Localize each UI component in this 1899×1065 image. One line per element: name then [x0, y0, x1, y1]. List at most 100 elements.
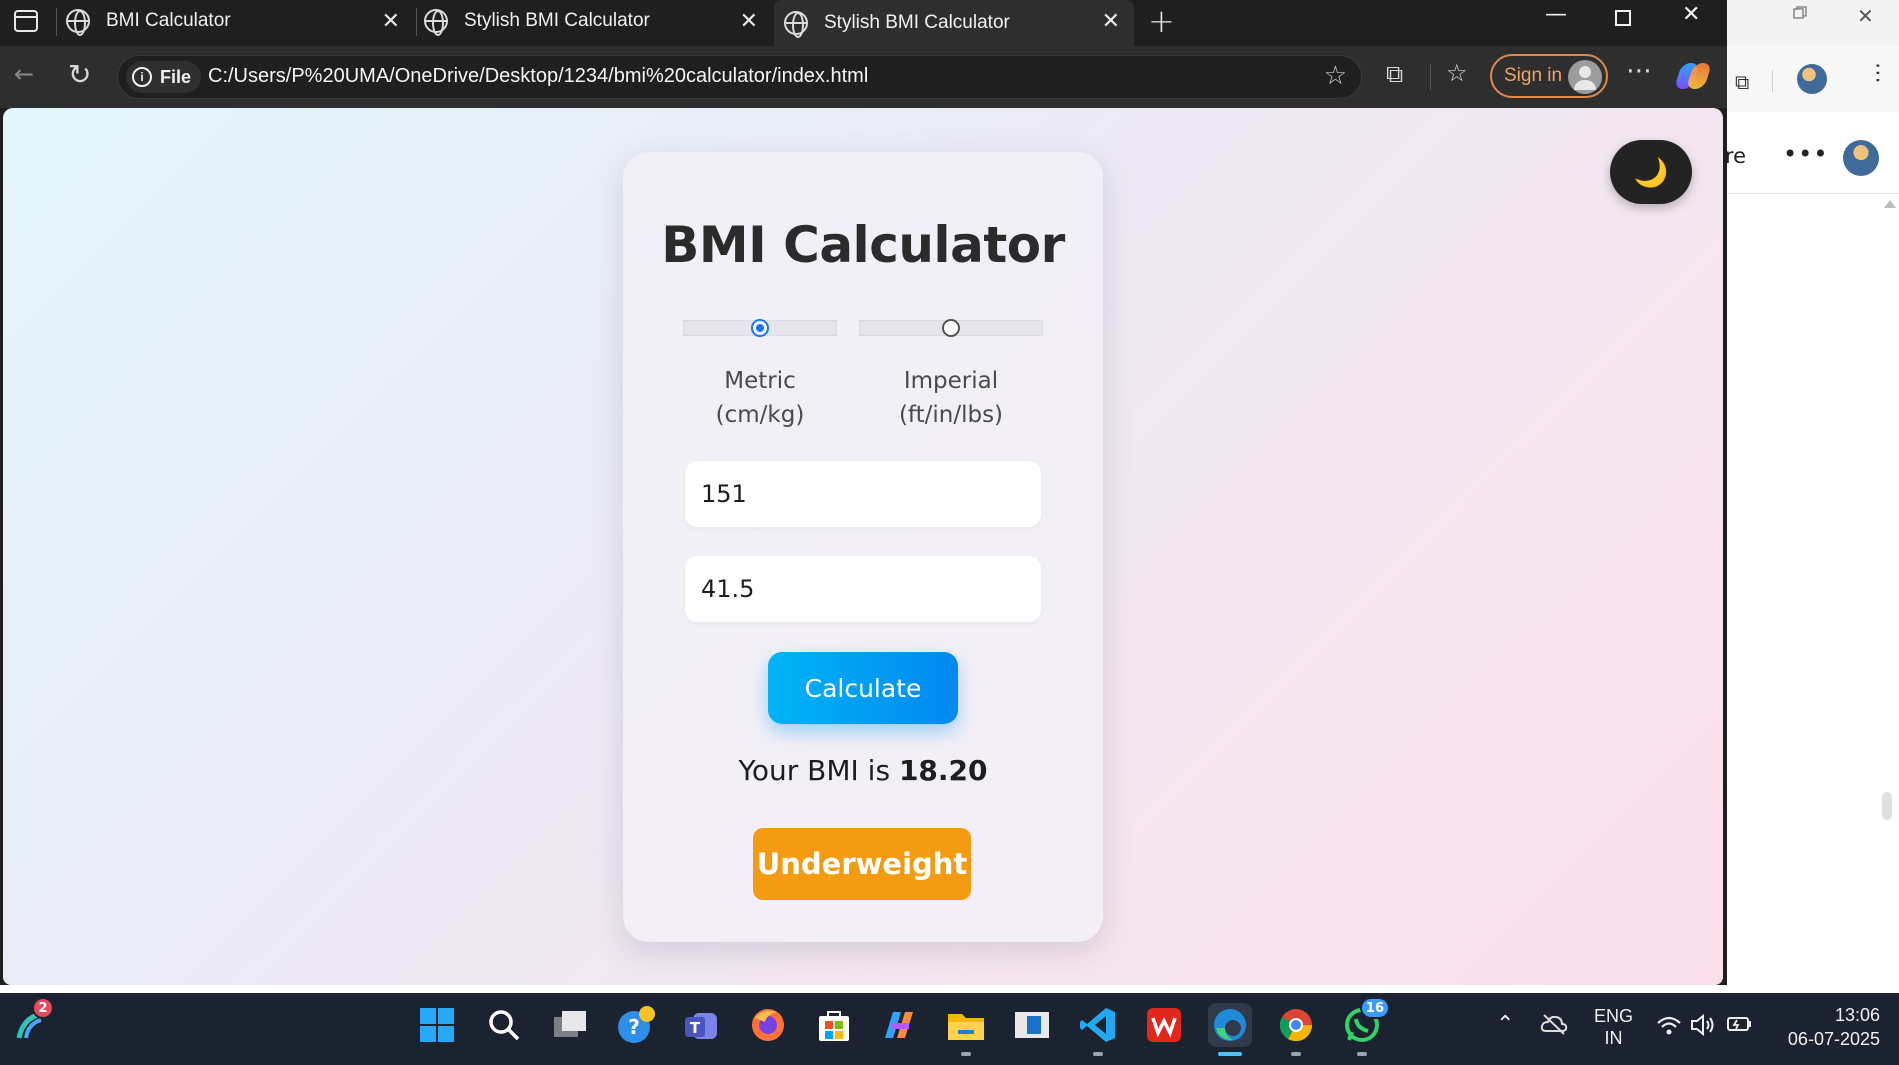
favorite-star-icon[interactable]: ☆: [1324, 61, 1347, 91]
widgets-icon[interactable]: 2: [8, 997, 54, 1047]
new-tab-button[interactable]: +: [1148, 2, 1175, 40]
bmi-result-prefix: Your BMI is: [738, 754, 891, 787]
battery-charging-icon[interactable]: [1726, 1013, 1754, 1040]
whatsapp-icon[interactable]: 16: [1340, 997, 1390, 1056]
tab-title: BMI Calculator: [106, 10, 231, 31]
more-options-icon[interactable]: •••: [1783, 140, 1828, 168]
settings-more-icon[interactable]: ⋯: [1626, 56, 1652, 86]
page-viewport: 🌙 BMI Calculator Metric (cm/kg) Imperial…: [3, 108, 1723, 985]
svg-text:?: ?: [628, 1015, 640, 1039]
vscode-icon[interactable]: [1076, 1003, 1120, 1056]
cloud-offline-icon[interactable]: [1540, 1013, 1568, 1040]
tab-strip: BMI Calculator ✕ Stylish BMI Calculator …: [0, 0, 1727, 46]
tab-divider: [416, 8, 417, 36]
bmi-category-badge: Underweight: [753, 828, 971, 900]
running-indicator: [1357, 1052, 1367, 1056]
search-icon[interactable]: [482, 1003, 526, 1047]
tab-divider: [56, 8, 57, 36]
calculate-button[interactable]: Calculate: [768, 652, 958, 724]
tab-actions-icon[interactable]: [14, 10, 38, 32]
tab-stylish-bmi-calculator-active[interactable]: Stylish BMI Calculator ✕: [774, 0, 1134, 46]
clock-time: 13:06: [1834, 1005, 1880, 1025]
imperial-radio[interactable]: [942, 319, 960, 337]
scroll-up-icon[interactable]: [1884, 200, 1896, 208]
favorites-icon[interactable]: ☆: [1446, 59, 1468, 87]
tab-title: Stylish BMI Calculator: [824, 12, 1010, 33]
restore-icon[interactable]: [1793, 6, 1807, 20]
maximize-button[interactable]: [1615, 10, 1631, 26]
toolbar-divider: [1430, 64, 1431, 90]
minimize-button[interactable]: —: [1545, 2, 1567, 27]
close-tab-icon[interactable]: ✕: [1102, 8, 1120, 34]
language-indicator[interactable]: ENG IN: [1594, 1005, 1633, 1049]
running-indicator: [1218, 1052, 1242, 1056]
profile-avatar[interactable]: [1797, 64, 1827, 94]
extensions-icon[interactable]: ⧉: [1735, 70, 1749, 94]
scrollbar-thumb[interactable]: [1882, 792, 1892, 820]
start-windows-icon[interactable]: [415, 1003, 459, 1047]
address-bar[interactable]: i File C:/Users/P%20UMA/OneDrive/Desktop…: [117, 55, 1362, 99]
tab-title: Stylish BMI Calculator: [464, 10, 650, 31]
language-text: ENG: [1594, 1006, 1634, 1026]
region-text: IN: [1604, 1028, 1623, 1048]
whatsapp-badge: 16: [1359, 997, 1390, 1019]
running-indicator: [961, 1052, 971, 1056]
globe-icon: [66, 9, 90, 36]
background-partial-text: re: [1725, 144, 1747, 168]
tab-stylish-bmi-calculator[interactable]: Stylish BMI Calculator ✕: [424, 0, 772, 42]
microsoft-store-icon[interactable]: [812, 1003, 856, 1047]
taskbar: 2 ? T 16 ⌃ ENG IN 13:06 06-07-2025: [0, 993, 1899, 1065]
metric-label-sub: (cm/kg): [715, 402, 805, 428]
sign-in-label: Sign in: [1504, 65, 1563, 86]
close-icon[interactable]: ✕: [1857, 4, 1874, 28]
site-info-chip[interactable]: i File: [126, 61, 202, 93]
help-icon[interactable]: ?: [614, 1003, 658, 1047]
imperial-label-text: Imperial: [903, 368, 999, 394]
weight-input[interactable]: [685, 556, 1041, 622]
chevron-up-icon[interactable]: ⌃: [1496, 1011, 1514, 1037]
imperial-label[interactable]: Imperial (ft/in/lbs): [871, 364, 1031, 432]
volume-icon[interactable]: [1690, 1013, 1716, 1042]
edge-icon[interactable]: [1208, 1003, 1252, 1056]
close-tab-icon[interactable]: ✕: [740, 8, 758, 34]
metric-label-text: Metric: [724, 368, 796, 394]
back-arrow-icon[interactable]: ←: [14, 60, 34, 88]
moon-icon: 🌙: [1633, 155, 1669, 189]
bmi-card: BMI Calculator Metric (cm/kg) Imperial (…: [623, 152, 1103, 942]
extensions-icon[interactable]: ⧉: [1386, 60, 1403, 88]
height-input[interactable]: [685, 461, 1041, 527]
sign-in-button[interactable]: Sign in: [1490, 54, 1608, 98]
profile-icon: [1568, 60, 1602, 94]
close-window-button[interactable]: ✕: [1682, 2, 1700, 27]
tab-bmi-calculator[interactable]: BMI Calculator ✕: [66, 0, 414, 42]
metric-radio[interactable]: [751, 319, 769, 337]
menu-icon[interactable]: ⋯: [1865, 62, 1890, 84]
task-view-icon[interactable]: [548, 1003, 592, 1047]
imperial-label-sub: (ft/in/lbs): [898, 402, 1004, 428]
clock-date: 06-07-2025: [1787, 1029, 1880, 1049]
file-explorer-icon[interactable]: [944, 1003, 988, 1056]
app-icon[interactable]: [1010, 1003, 1054, 1047]
bmi-result: Your BMI is 18.20: [623, 754, 1103, 787]
url-text[interactable]: C:/Users/P%20UMA/OneDrive/Desktop/1234/b…: [208, 65, 868, 88]
globe-icon: [424, 9, 448, 36]
firefox-icon[interactable]: [746, 1003, 790, 1047]
bmi-value: 18.20: [898, 754, 988, 787]
browser-toolbar: ← ↻ i File C:/Users/P%20UMA/OneDrive/Des…: [0, 46, 1727, 108]
metric-label[interactable]: Metric (cm/kg): [680, 364, 840, 432]
teams-icon[interactable]: T: [680, 1003, 724, 1047]
close-tab-icon[interactable]: ✕: [382, 8, 400, 34]
copilot-app-icon[interactable]: [878, 1003, 922, 1047]
clock[interactable]: 13:06 06-07-2025: [1770, 1003, 1880, 1051]
copilot-icon[interactable]: [1673, 60, 1713, 92]
background-window: ✕ ⧉ ⋯ re •••: [1725, 0, 1899, 985]
user-avatar[interactable]: [1843, 140, 1879, 176]
dark-mode-toggle[interactable]: 🌙: [1610, 140, 1692, 204]
running-indicator: [1093, 1052, 1103, 1056]
wps-office-icon[interactable]: [1142, 1003, 1186, 1047]
chrome-icon[interactable]: [1274, 1003, 1318, 1056]
svg-text:T: T: [690, 1019, 701, 1037]
wifi-icon[interactable]: [1656, 1015, 1682, 1042]
browser-window: BMI Calculator ✕ Stylish BMI Calculator …: [0, 0, 1727, 985]
reload-icon[interactable]: ↻: [68, 58, 91, 91]
